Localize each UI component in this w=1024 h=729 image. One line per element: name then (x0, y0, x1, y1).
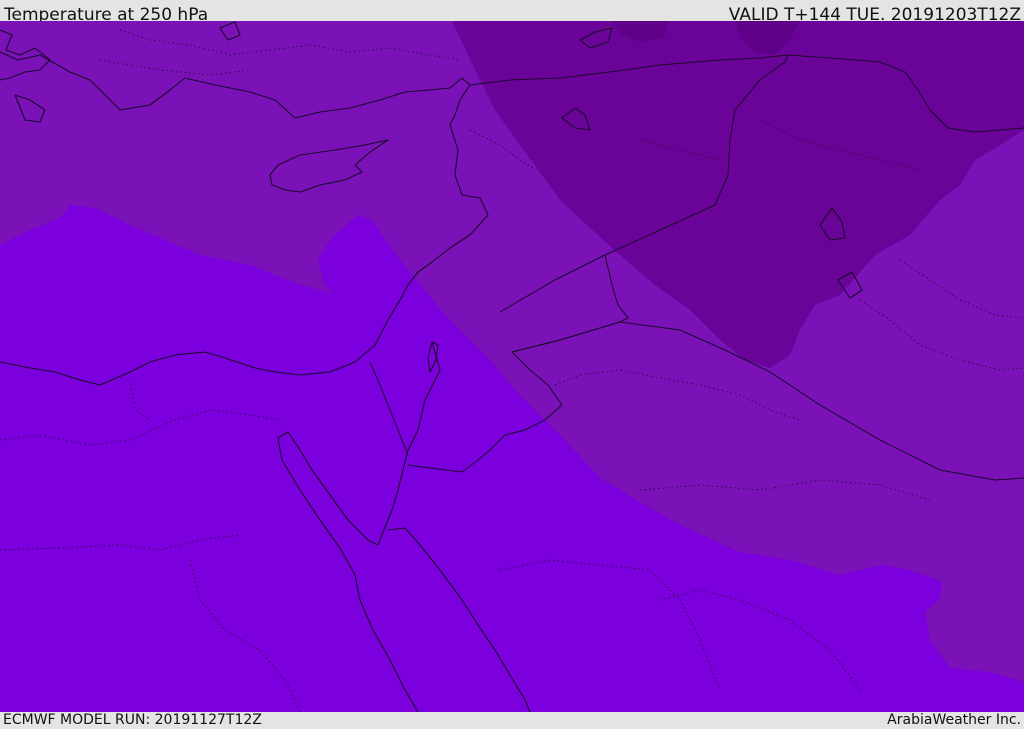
temperature-map[interactable] (0, 21, 1024, 712)
map-canvas (0, 21, 1024, 712)
credit-label: ArabiaWeather Inc. (887, 712, 1021, 728)
model-run-label: ECMWF MODEL RUN: 20191127T12Z (3, 712, 262, 728)
